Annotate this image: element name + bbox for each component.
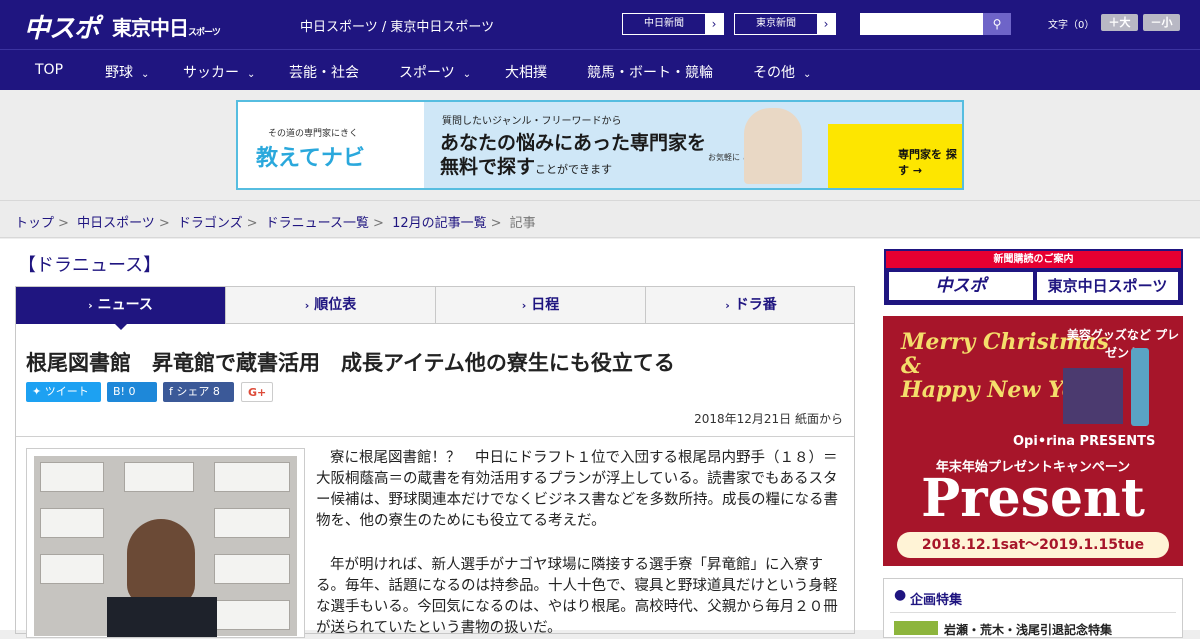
category-title: 【ドラニュース】 bbox=[18, 255, 162, 276]
font-smaller-button[interactable]: －小 bbox=[1143, 14, 1180, 31]
facebook-icon: f bbox=[169, 385, 173, 398]
pin-icon: ● bbox=[894, 587, 907, 603]
feature-title: 企画特集 bbox=[910, 593, 963, 608]
facebook-share-button[interactable]: f シェア 8 bbox=[163, 382, 234, 402]
site-name: 中日スポーツ / 東京中日スポーツ bbox=[300, 20, 495, 35]
breadcrumb-dragons[interactable]: ドラゴンズ bbox=[178, 216, 243, 231]
tab-doraban[interactable]: › ドラ番 bbox=[646, 287, 856, 324]
nav-keiba[interactable]: 競馬・ボート・競輪 bbox=[587, 62, 713, 82]
tokyo-shimbun-button[interactable]: 東京新聞 › bbox=[734, 13, 836, 35]
chevron-down-icon: ⌄ bbox=[803, 69, 812, 80]
tab-standings[interactable]: › 順位表 bbox=[226, 287, 436, 324]
breadcrumb: トップ > 中日スポーツ > ドラゴンズ > ドラニュース一覧 > 12月の記事一覧 > … bbox=[0, 200, 1200, 238]
nav-sports[interactable]: スポーツ ⌄ bbox=[399, 62, 471, 82]
divider bbox=[16, 436, 854, 437]
chevron-right-icon: › bbox=[304, 299, 310, 312]
tab-news[interactable]: › ニュース bbox=[16, 287, 226, 324]
tokyo-chunichi-logo[interactable]: 東京中日スポーツ bbox=[112, 12, 221, 41]
article-paragraph: 年が明ければ、新人選手がナゴヤ球場に隣接する選手寮「昇竜館」に入寮する。毎年、話… bbox=[316, 557, 838, 636]
chuspo-logo[interactable]: 中スポ bbox=[24, 8, 100, 45]
article-paragraph: 寮に根尾図書館！？ 中日にドラフト１位で入団する根尾昂内野手（１８）＝大阪桐蔭高… bbox=[316, 450, 838, 529]
nav-entertainment[interactable]: 芸能・社会 bbox=[289, 62, 359, 82]
feature-thumbnail[interactable] bbox=[894, 621, 938, 635]
gift-box-image bbox=[1063, 368, 1123, 424]
gplus-button[interactable]: G+ bbox=[241, 382, 273, 402]
oshiete-navi-logo: 教えてナビ bbox=[256, 146, 365, 171]
tab-schedule[interactable]: › 日程 bbox=[436, 287, 646, 324]
player-photo bbox=[127, 519, 195, 605]
breadcrumb-chuspo[interactable]: 中日スポーツ bbox=[77, 216, 155, 231]
main-nav: TOP 野球 ⌄ サッカー ⌄ 芸能・社会 スポーツ ⌄ 大相撲 競馬・ボート・競輪 … bbox=[0, 49, 1200, 90]
christmas-present-ad[interactable]: Merry Christmas & Happy New Year 美容グッズなど プ… bbox=[883, 316, 1183, 566]
breadcrumb-december[interactable]: 12月の記事一覧 bbox=[392, 216, 487, 231]
article-photo[interactable] bbox=[26, 448, 305, 638]
chevron-down-icon: ⌄ bbox=[247, 69, 256, 80]
nav-other[interactable]: その他 ⌄ bbox=[753, 62, 811, 82]
chevron-right-icon: › bbox=[88, 299, 93, 312]
person-illustration bbox=[744, 108, 802, 184]
breadcrumb-dranews[interactable]: ドラニュース一覧 bbox=[266, 216, 369, 231]
chevron-right-icon: › bbox=[725, 299, 730, 312]
breadcrumb-current: 記事 bbox=[509, 216, 536, 231]
tweet-button[interactable]: ✦ ツイート bbox=[26, 382, 101, 402]
chevron-right-icon: › bbox=[711, 17, 717, 31]
tab-bar: › ニュース › 順位表 › 日程 › ドラ番 bbox=[15, 286, 855, 324]
chunichi-shimbun-button[interactable]: 中日新聞 › bbox=[622, 13, 724, 35]
breadcrumb-top[interactable]: トップ bbox=[15, 216, 54, 231]
feature-box: ● 企画特集 岩瀬・荒木・浅尾引退記念特集 bbox=[883, 578, 1183, 638]
search-button[interactable]: ⚲ bbox=[983, 13, 1011, 35]
nav-soccer[interactable]: サッカー ⌄ bbox=[183, 62, 255, 82]
chevron-right-icon: › bbox=[521, 299, 527, 312]
font-size-label: 文字（0） bbox=[1048, 20, 1095, 31]
hatena-button[interactable]: B! 0 bbox=[107, 382, 157, 402]
subscription-banner[interactable]: 新聞購読のご案内 中スポ 東京中日スポーツ bbox=[884, 249, 1183, 305]
nav-top[interactable]: TOP bbox=[35, 62, 63, 78]
font-larger-button[interactable]: ＋大 bbox=[1101, 14, 1138, 31]
search-input[interactable] bbox=[860, 13, 983, 35]
cosmetic-bottle-image bbox=[1131, 348, 1149, 426]
search-icon: ⚲ bbox=[992, 17, 1002, 31]
oshiete-navi-ad[interactable]: その道の専門家にきく 教えてナビ 質問したいジャンル・フリーワードから あなたの… bbox=[236, 100, 964, 190]
chevron-down-icon: ⌄ bbox=[141, 69, 150, 80]
chevron-right-icon: › bbox=[823, 17, 829, 31]
top-header: 中スポ 東京中日スポーツ 中日スポーツ / 東京中日スポーツ 中日新聞 › 東京新… bbox=[0, 0, 1200, 49]
article-date: 2018年12月21日 紙面から bbox=[694, 412, 843, 426]
nav-sumo[interactable]: 大相撲 bbox=[505, 62, 547, 82]
twitter-icon: ✦ bbox=[32, 385, 42, 398]
chevron-down-icon: ⌄ bbox=[462, 69, 472, 80]
article-headline: 根尾図書館 昇竜館で蔵書活用 成長アイテム他の寮生にも役立てる bbox=[26, 351, 675, 375]
nav-baseball[interactable]: 野球 ⌄ bbox=[105, 62, 149, 82]
